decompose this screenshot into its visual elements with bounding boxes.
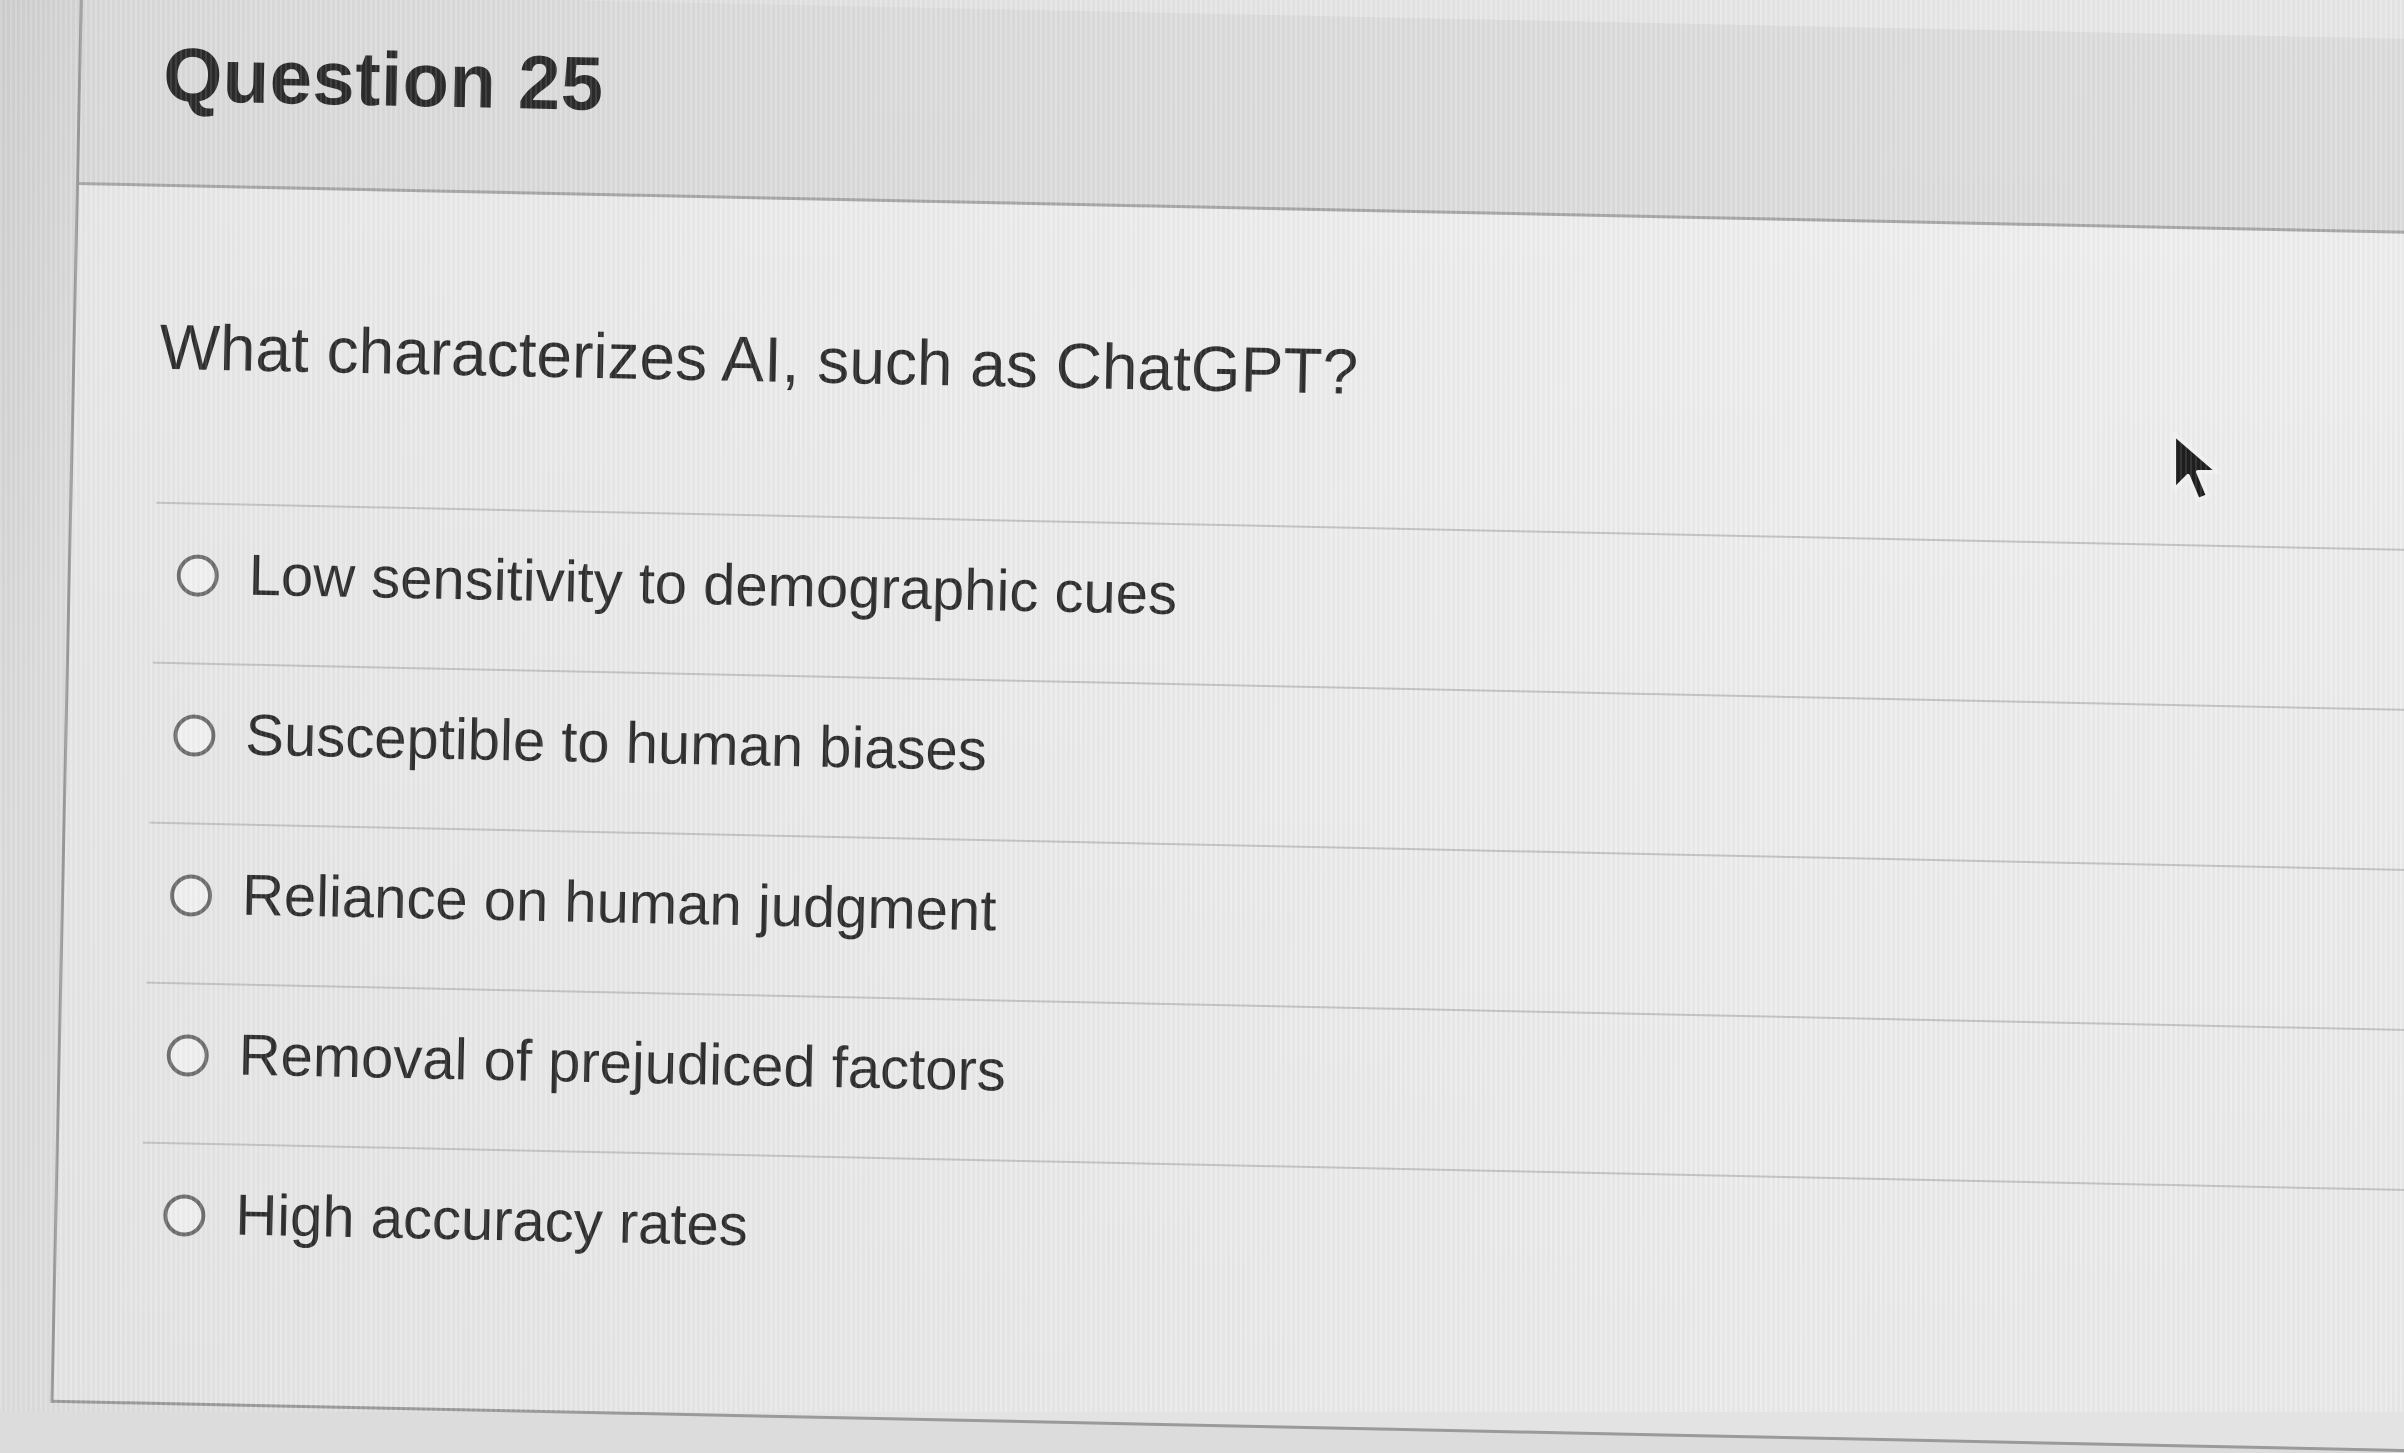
- answer-options: Low sensitivity to demographic cues Susc…: [139, 501, 2404, 1350]
- radio-button-icon[interactable]: [166, 1034, 210, 1077]
- answer-label[interactable]: Removal of prejudiced factors: [238, 1022, 1007, 1105]
- answer-label[interactable]: Susceptible to human biases: [245, 702, 988, 785]
- answer-label[interactable]: High accuracy rates: [235, 1182, 749, 1260]
- radio-button-icon[interactable]: [169, 874, 213, 917]
- radio-button-icon[interactable]: [162, 1194, 206, 1237]
- radio-button-icon[interactable]: [172, 714, 216, 757]
- radio-button-icon[interactable]: [176, 554, 220, 598]
- question-card: Question 25 What characterizes AI, such …: [50, 0, 2404, 1453]
- answer-label[interactable]: Low sensitivity to demographic cues: [248, 542, 1178, 628]
- question-title: Question 25: [162, 32, 605, 127]
- screen-background: Question 25 What characterizes AI, such …: [0, 0, 2404, 1453]
- mouse-pointer-icon: [2172, 432, 2220, 502]
- answer-label[interactable]: Reliance on human judgment: [241, 862, 997, 945]
- question-prompt: What characterizes AI, such as ChatGPT?: [158, 310, 1359, 408]
- question-header: Question 25: [78, 0, 2404, 236]
